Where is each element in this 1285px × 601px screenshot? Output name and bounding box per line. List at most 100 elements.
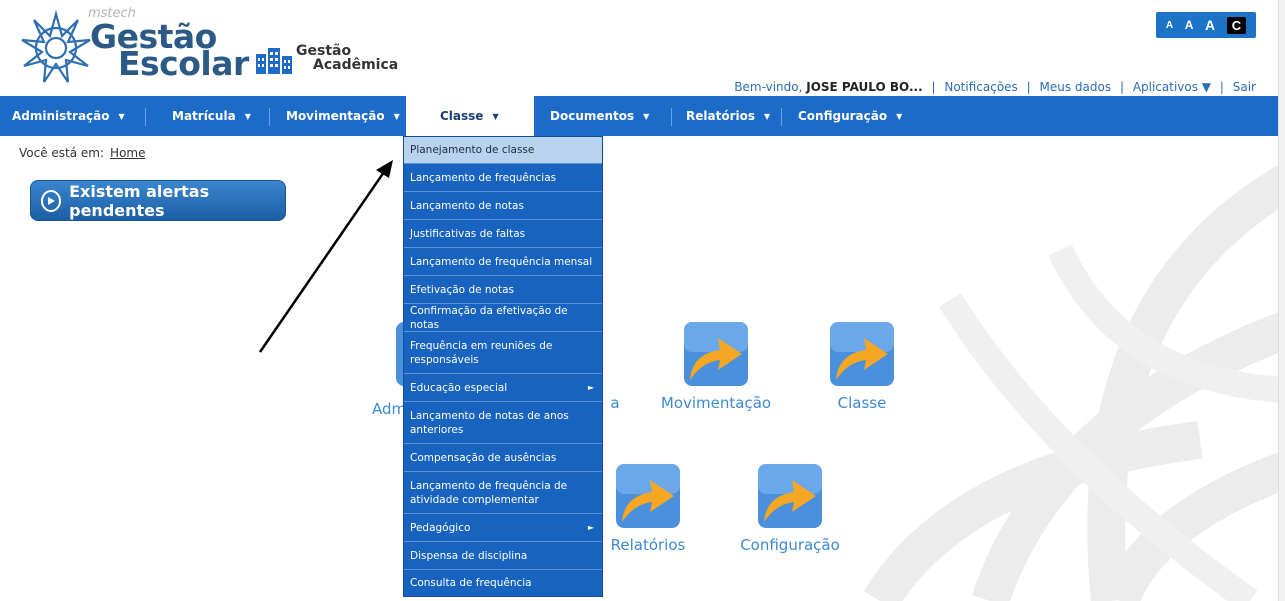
menu-item-label: Efetivação de notas xyxy=(410,283,515,296)
brand-title-line2: Escolar xyxy=(118,44,249,83)
nav-label: Classe xyxy=(440,109,484,123)
app-title-line1: Gestão xyxy=(296,43,352,59)
menu-item-label: Lançamento de notas de anos anteriores xyxy=(410,409,569,436)
tile-label: Movimentação xyxy=(660,394,772,412)
user-name: JOSE PAULO BO... xyxy=(806,80,923,94)
font-medium-button[interactable]: A xyxy=(1185,18,1194,32)
arrow-tile-icon xyxy=(616,464,680,528)
nav-label: Matrícula xyxy=(172,109,236,123)
menu-item-lancamento-de-frequencia-mensal[interactable]: Lançamento de frequência mensal xyxy=(404,248,602,276)
menu-item-educacao-especial[interactable]: Educação especial ► xyxy=(404,374,602,402)
pending-alerts-button[interactable]: Existem alertas pendentes xyxy=(30,180,286,221)
caret-down-icon: ▼ xyxy=(118,111,125,121)
menu-item-label: Lançamento de frequências xyxy=(410,171,557,184)
submenu-arrow-icon: ► xyxy=(587,382,594,392)
menu-item-label: Educação especial xyxy=(410,381,508,394)
breadcrumb-home-link[interactable]: Home xyxy=(110,146,145,160)
menu-item-label: Pedagógico xyxy=(410,521,471,534)
caret-down-icon: ▼ xyxy=(492,111,499,121)
tile-movimentacao[interactable]: Movimentação xyxy=(655,322,777,412)
my-data-link[interactable]: Meus dados xyxy=(1040,80,1112,94)
font-small-button[interactable]: A xyxy=(1166,20,1173,31)
play-icon xyxy=(41,189,62,212)
tile-matricula-partial[interactable]: a xyxy=(605,394,625,412)
separator: | xyxy=(1219,80,1224,94)
tile-configuracao[interactable]: Configuração xyxy=(736,464,844,554)
welcome-prefix: Bem-vindo, xyxy=(734,80,803,94)
accessibility-bar: A A A C xyxy=(1156,12,1256,38)
tile-label: Configuração xyxy=(740,536,840,554)
arrow-tile-icon xyxy=(758,464,822,528)
submenu-arrow-icon: ► xyxy=(587,522,594,532)
nav-item-matricula[interactable]: Matrícula ▼ xyxy=(146,96,270,136)
main-nav: Administração ▼ Matrícula ▼ Movimentação ▼ … xyxy=(0,96,1285,136)
font-large-button[interactable]: A xyxy=(1205,17,1215,33)
menu-item-label: Justificativas de faltas xyxy=(410,227,526,240)
menu-item-consulta-de-frequencia[interactable]: Consulta de frequência xyxy=(404,570,602,596)
nav-label: Relatórios xyxy=(686,109,755,123)
separator: | xyxy=(931,80,936,94)
gestao-academica-logo-icon xyxy=(256,48,292,74)
nav-label: Documentos xyxy=(550,109,635,123)
nav-item-configuracao[interactable]: Configuração ▼ xyxy=(782,96,922,136)
menu-item-dispensa-de-disciplina[interactable]: Dispensa de disciplina xyxy=(404,542,602,570)
tile-classe[interactable]: Classe xyxy=(820,322,904,412)
separator: | xyxy=(1026,80,1031,94)
menu-item-efetivacao-de-notas[interactable]: Efetivação de notas xyxy=(404,276,602,304)
app-title-line2: Acadêmica xyxy=(313,57,399,73)
nav-label: Administração xyxy=(12,109,110,123)
separator: | xyxy=(1119,80,1124,94)
menu-item-frequencia-atividade-complementar[interactable]: Lançamento de frequência de atividade co… xyxy=(404,472,602,514)
logout-link[interactable]: Sair xyxy=(1233,80,1256,94)
nav-label: Configuração xyxy=(798,109,888,123)
menu-item-justificativas-de-faltas[interactable]: Justificativas de faltas xyxy=(404,220,602,248)
scrollbar[interactable] xyxy=(1278,0,1285,601)
classe-dropdown-menu: Planejamento de classe Lançamento de fre… xyxy=(403,136,603,597)
menu-item-label: Lançamento de notas xyxy=(410,199,524,212)
user-bar: Bem-vindo, JOSE PAULO BO... | Notificaçõ… xyxy=(734,80,1256,94)
menu-item-pedagogico[interactable]: Pedagógico ► xyxy=(404,514,602,542)
breadcrumb-prefix: Você está em: xyxy=(19,146,105,160)
caret-down-icon: ▼ xyxy=(244,111,251,121)
nav-label: Movimentação xyxy=(286,109,385,123)
menu-item-frequencia-em-reunioes[interactable]: Frequência em reuniões de responsáveis xyxy=(404,332,602,374)
breadcrumb: Você está em: Home xyxy=(19,146,145,160)
menu-item-planejamento-de-classe[interactable]: Planejamento de classe xyxy=(404,137,602,164)
caret-down-icon: ▼ xyxy=(393,111,400,121)
tile-label: a xyxy=(610,394,620,412)
tile-label: Relatórios xyxy=(610,536,686,554)
contrast-button[interactable]: C xyxy=(1226,16,1247,34)
pending-alerts-label: Existem alertas pendentes xyxy=(69,181,210,220)
menu-item-lancamento-de-notas[interactable]: Lançamento de notas xyxy=(404,192,602,220)
menu-item-lancamento-de-frequencias[interactable]: Lançamento de frequências xyxy=(404,164,602,192)
apps-menu-link[interactable]: Aplicativos ▼ xyxy=(1133,80,1211,94)
menu-item-label: Planejamento de classe xyxy=(410,144,535,156)
menu-item-label: Frequência em reuniões de responsáveis xyxy=(410,339,553,366)
tile-administracao[interactable]: Adm xyxy=(368,322,460,418)
nav-item-classe[interactable]: Classe ▼ xyxy=(406,96,534,136)
menu-item-label: Dispensa de disciplina xyxy=(410,549,528,562)
tile-label: Classe xyxy=(837,394,887,412)
nav-item-documentos[interactable]: Documentos ▼ xyxy=(534,96,672,136)
caret-down-icon: ▼ xyxy=(896,111,903,121)
nav-item-administracao[interactable]: Administração ▼ xyxy=(0,96,146,136)
menu-item-label: Lançamento de frequência mensal xyxy=(410,255,593,268)
menu-item-label: Compensação de ausências xyxy=(410,451,557,464)
nav-item-relatorios[interactable]: Relatórios ▼ xyxy=(672,96,782,136)
notifications-link[interactable]: Notificações xyxy=(944,80,1017,94)
caret-down-icon: ▼ xyxy=(643,111,650,121)
menu-item-lancamento-de-notas-anos-anteriores[interactable]: Lançamento de notas de anos anteriores xyxy=(404,402,602,444)
tile-label: Adm xyxy=(372,400,407,418)
header: mstech Gestão Escolar Gestão Acadêmica A… xyxy=(0,0,1285,96)
gestao-escolar-logo-icon xyxy=(21,10,91,83)
menu-item-confirmacao-da-efetivacao-de-notas[interactable]: Confirmação da efetivação de notas xyxy=(404,304,602,332)
menu-item-label: Confirmação da efetivação de notas xyxy=(410,304,568,331)
arrow-tile-icon xyxy=(684,322,748,386)
caret-down-icon: ▼ xyxy=(764,111,771,121)
menu-item-label: Consulta de frequência xyxy=(410,577,532,589)
arrow-tile-icon xyxy=(830,322,894,386)
menu-item-label: Lançamento de frequência de atividade co… xyxy=(410,479,568,506)
menu-item-compensacao-de-ausencias[interactable]: Compensação de ausências xyxy=(404,444,602,472)
nav-item-movimentacao[interactable]: Movimentação ▼ xyxy=(270,96,406,136)
tile-relatorios[interactable]: Relatórios xyxy=(603,464,693,554)
